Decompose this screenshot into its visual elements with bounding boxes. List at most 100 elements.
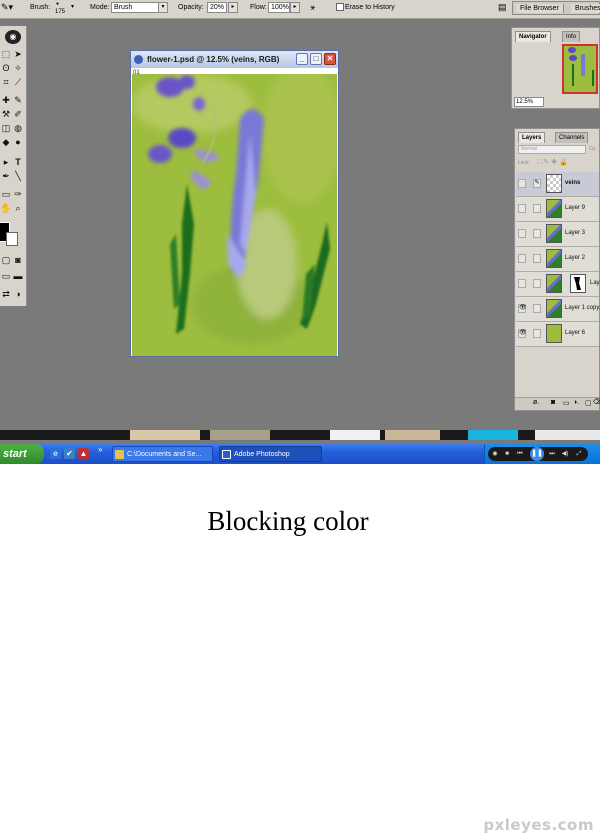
- next-icon[interactable]: ⏭: [546, 449, 558, 459]
- link-icon[interactable]: [533, 229, 541, 238]
- add-mask-icon[interactable]: ◙: [551, 399, 555, 406]
- tab-layers[interactable]: Layers: [518, 132, 546, 143]
- move-tool-icon[interactable]: ➤: [12, 48, 24, 60]
- link-icon[interactable]: [533, 304, 541, 313]
- layer-mask-thumbnail[interactable]: [570, 274, 586, 293]
- blur-tool-icon[interactable]: ◆: [0, 136, 12, 148]
- layer-row[interactable]: Lay: [516, 272, 600, 297]
- visibility-eye-icon[interactable]: 👁: [518, 329, 527, 338]
- brush-size[interactable]: 175: [55, 9, 65, 15]
- brush-dropdown-icon[interactable]: ▾: [71, 3, 74, 10]
- visibility-eye-icon[interactable]: [518, 229, 526, 238]
- palette-well-tab-file-browser[interactable]: File Browser: [516, 4, 564, 13]
- taskbar-button-explorer[interactable]: C:\Documents and Se...: [112, 446, 213, 462]
- pause-button[interactable]: ❚❚: [530, 447, 544, 461]
- layer-row[interactable]: Layer 9: [516, 197, 599, 222]
- document-title-bar[interactable]: flower-1.psd @ 12.5% (veins, RGB) _ □ ✕: [131, 51, 338, 68]
- adobe-online-icon[interactable]: ◉: [5, 30, 21, 44]
- standard-mode-icon[interactable]: ▢: [0, 254, 12, 266]
- new-layer-icon[interactable]: ▢: [585, 399, 592, 407]
- previous-icon[interactable]: ⏮: [514, 449, 526, 459]
- zoom-tool-icon[interactable]: ⌕: [12, 202, 24, 214]
- layer-style-icon[interactable]: ø.: [533, 399, 539, 406]
- stop-icon[interactable]: ■: [502, 449, 512, 459]
- flow-input[interactable]: 100%: [268, 2, 290, 13]
- history-brush-icon[interactable]: ✐: [12, 108, 24, 120]
- jump-to-imageready-icon[interactable]: ⇄: [0, 288, 12, 300]
- mode-dropdown-icon[interactable]: ▾: [158, 2, 168, 13]
- start-button[interactable]: start: [0, 444, 44, 464]
- type-tool-icon[interactable]: T: [12, 156, 24, 168]
- eraser-tool-icon[interactable]: ◫: [0, 122, 12, 134]
- imageready-icon[interactable]: ◑: [12, 288, 24, 300]
- media-menu-icon[interactable]: ◉: [490, 449, 500, 459]
- quicklaunch-overflow-icon[interactable]: »: [98, 445, 102, 454]
- path-select-icon[interactable]: ▸: [0, 156, 12, 168]
- navigator-zoom-input[interactable]: 12.5%: [514, 97, 544, 107]
- volume-icon[interactable]: ◀): [560, 449, 570, 459]
- tool-preset-icon[interactable]: ✎▾: [1, 2, 13, 13]
- slice-tool-icon[interactable]: ⟋: [12, 76, 24, 88]
- document-canvas[interactable]: [132, 74, 337, 356]
- opacity-arrow-icon[interactable]: ▸: [228, 2, 238, 13]
- flow-arrow-icon[interactable]: ▸: [290, 2, 300, 13]
- clone-stamp-icon[interactable]: ⚒: [0, 108, 12, 120]
- mode-select[interactable]: Brush: [111, 2, 159, 13]
- adjustment-layer-icon[interactable]: ◑.: [573, 399, 579, 406]
- pen-tool-icon[interactable]: ✒: [0, 170, 12, 182]
- opacity-input[interactable]: 20%: [207, 2, 227, 13]
- new-set-icon[interactable]: ▭: [563, 399, 570, 407]
- navigator-thumbnail[interactable]: [562, 44, 598, 94]
- visibility-eye-icon[interactable]: [518, 254, 526, 263]
- lasso-tool-icon[interactable]: ʘ: [0, 62, 12, 74]
- layer-row[interactable]: Layer 2: [516, 247, 599, 272]
- brush-tip-icon[interactable]: ●: [56, 1, 59, 7]
- erase-to-history-checkbox[interactable]: [336, 3, 344, 11]
- visibility-eye-icon[interactable]: [518, 179, 526, 188]
- media-icon[interactable]: ▲: [78, 448, 89, 459]
- blend-mode-select[interactable]: Normal: [518, 145, 586, 154]
- background-color-swatch[interactable]: [6, 232, 18, 246]
- tab-info[interactable]: Info: [562, 31, 581, 42]
- layer-row[interactable]: ✎ veins: [516, 172, 599, 197]
- taskbar-button-photoshop[interactable]: Adobe Photoshop: [219, 446, 322, 462]
- palette-well-icon[interactable]: ▤: [498, 2, 507, 13]
- line-tool-icon[interactable]: ╲: [12, 170, 24, 182]
- marquee-tool-icon[interactable]: ⬚: [0, 48, 12, 60]
- link-icon[interactable]: [533, 329, 541, 338]
- airbrush-icon[interactable]: ⚹: [310, 2, 315, 13]
- visibility-eye-icon[interactable]: [518, 279, 526, 288]
- link-icon[interactable]: [533, 204, 541, 213]
- layer-row[interactable]: 👁 Layer 6: [516, 322, 599, 347]
- dodge-tool-icon[interactable]: ●: [12, 136, 24, 148]
- lock-icons[interactable]: □✎✚🔒: [537, 158, 570, 166]
- brush-tool-icon[interactable]: ✎: [12, 94, 24, 106]
- ie-icon[interactable]: e: [50, 448, 61, 459]
- screen-mode-icon[interactable]: ▭: [0, 270, 12, 282]
- palette-well-tab-brushes[interactable]: Brushes: [571, 4, 600, 13]
- visibility-eye-icon[interactable]: 👁: [518, 304, 527, 313]
- minimize-button[interactable]: _: [296, 53, 308, 65]
- magic-wand-icon[interactable]: ✧: [12, 62, 24, 74]
- maximize-button[interactable]: □: [310, 53, 322, 65]
- healing-brush-icon[interactable]: ✚: [0, 94, 12, 106]
- layer-row[interactable]: Layer 3: [516, 222, 599, 247]
- visibility-eye-icon[interactable]: [518, 204, 526, 213]
- link-icon[interactable]: [533, 279, 541, 288]
- notes-tool-icon[interactable]: ▭: [0, 188, 12, 200]
- layer-row[interactable]: 👁 Layer 1 copy: [516, 297, 599, 322]
- media-restore-icon[interactable]: ⤢: [574, 449, 584, 459]
- link-icon[interactable]: [533, 254, 541, 263]
- eyedropper-icon[interactable]: ✑: [12, 188, 24, 200]
- brush-indicator-icon[interactable]: ✎: [533, 179, 541, 188]
- hand-tool-icon[interactable]: ✋: [0, 202, 12, 214]
- tab-navigator[interactable]: Navigator: [515, 31, 551, 42]
- trash-icon[interactable]: ⌫: [593, 398, 600, 406]
- quick-mask-icon[interactable]: ◙: [12, 254, 24, 266]
- crop-tool-icon[interactable]: ⌗: [0, 76, 12, 88]
- tab-channels[interactable]: Channels: [555, 132, 589, 143]
- full-screen-icon[interactable]: ▬: [12, 270, 24, 282]
- close-button[interactable]: ✕: [324, 53, 336, 65]
- quicklaunch-icon[interactable]: ✔: [64, 448, 75, 459]
- paint-bucket-icon[interactable]: ◍: [12, 122, 24, 134]
